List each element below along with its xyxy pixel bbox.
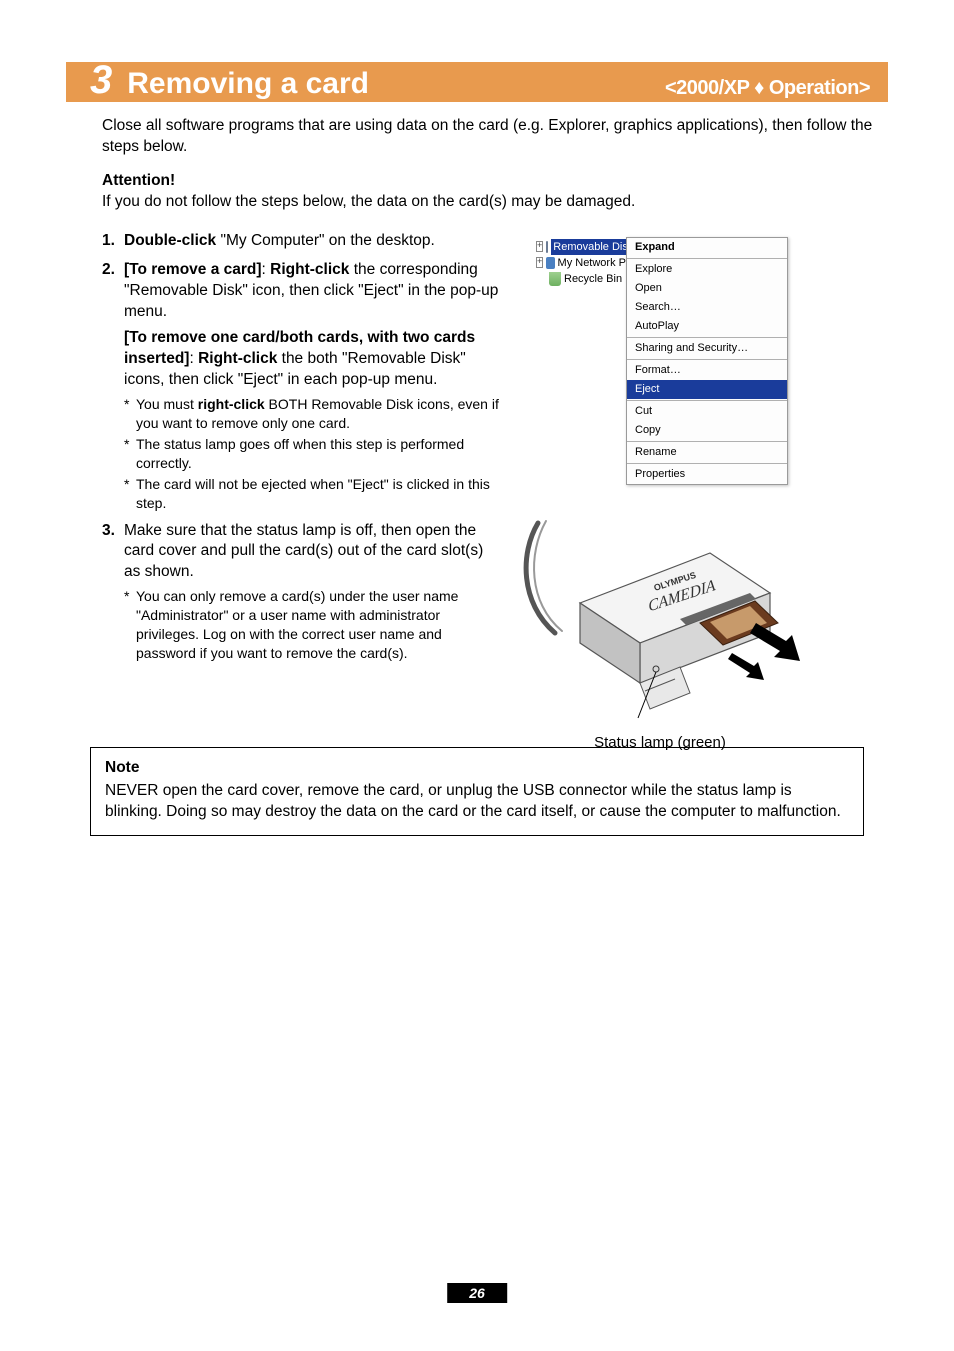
expand-icon: + — [536, 257, 543, 268]
context-menu-item[interactable]: Cut — [627, 402, 787, 421]
step-1-bold: Double-click — [124, 232, 216, 249]
section-banner: 3 Removing a card <2000/XP ♦ Operation> — [66, 62, 888, 102]
step-2-bold-a: [To remove a card] — [124, 261, 262, 278]
step-3: Make sure that the status lamp is off, t… — [102, 521, 502, 663]
instructions-column: Double-click "My Computer" on the deskto… — [102, 231, 502, 723]
step-2-note-3: The card will not be ejected when "Eject… — [124, 475, 502, 513]
menu-separator — [627, 337, 787, 338]
menu-separator — [627, 258, 787, 259]
note-heading: Note — [105, 758, 849, 779]
section-number: 3 — [90, 60, 111, 100]
attention-block: Attention! If you do not follow the step… — [102, 172, 888, 213]
step-2-sub-bold-b: Right-click — [198, 350, 277, 367]
context-menu-item[interactable]: Search… — [627, 298, 787, 317]
attention-heading: Attention! — [102, 172, 175, 189]
context-menu-item[interactable]: Expand — [627, 238, 787, 257]
folder-tree: + Removable Disk (…) + My Network P Recy… — [536, 237, 626, 485]
context-menu-item[interactable]: AutoPlay — [627, 317, 787, 336]
banner-left: 3 Removing a card — [90, 60, 369, 100]
page-number: 26 — [447, 1283, 507, 1303]
figures-column: + Removable Disk (…) + My Network P Recy… — [520, 231, 888, 723]
tree-recycle-label: Recycle Bin — [564, 271, 622, 287]
context-menu: Expand Explore Open Search… AutoPlay Sha… — [626, 237, 788, 485]
step-3-text: Make sure that the status lamp is off, t… — [124, 522, 483, 581]
tree-removable-disk: + Removable Disk (…) — [536, 239, 626, 255]
attention-text: If you do not follow the steps below, th… — [102, 192, 888, 213]
context-menu-item[interactable]: Rename — [627, 443, 787, 462]
step-2-note-1: You must right-click BOTH Removable Disk… — [124, 395, 502, 433]
step-1-text: "My Computer" on the desktop. — [216, 232, 435, 249]
step-2-notes: You must right-click BOTH Removable Disk… — [124, 395, 502, 512]
step-3-note-1: You can only remove a card(s) under the … — [124, 587, 502, 663]
manual-page: 3 Removing a card <2000/XP ♦ Operation> … — [0, 0, 954, 1351]
card-reader-illustration: OLYMPUS CAMEDIA — [500, 513, 820, 723]
tree-recycle-bin: Recycle Bin — [536, 271, 626, 287]
eject-arrow-icon — [728, 653, 764, 680]
menu-separator — [627, 463, 787, 464]
note-text: NEVER open the card cover, remove the ca… — [105, 782, 841, 820]
section-subtitle: <2000/XP ♦ Operation> — [665, 78, 870, 100]
menu-separator — [627, 441, 787, 442]
context-menu-item[interactable]: Open — [627, 279, 787, 298]
context-menu-item[interactable]: Copy — [627, 421, 787, 440]
context-menu-item-eject[interactable]: Eject — [627, 380, 787, 399]
step-3-notes: You can only remove a card(s) under the … — [124, 587, 502, 663]
context-menu-item[interactable]: Explore — [627, 260, 787, 279]
device-caption: Status lamp (green) — [500, 734, 820, 751]
recycle-bin-icon — [549, 272, 561, 286]
network-icon — [546, 257, 554, 269]
context-menu-item[interactable]: Format… — [627, 361, 787, 380]
steps-list: Double-click "My Computer" on the deskto… — [102, 231, 502, 663]
tree-network: + My Network P — [536, 255, 626, 271]
expand-icon: + — [536, 241, 543, 252]
intro-paragraph: Close all software programs that are usi… — [102, 116, 888, 158]
section-title: Removing a card — [127, 69, 369, 99]
context-menu-item[interactable]: Sharing and Security… — [627, 339, 787, 358]
menu-separator — [627, 359, 787, 360]
eject-arrow-icon — [750, 623, 800, 661]
note-box: Note NEVER open the card cover, remove t… — [90, 747, 864, 836]
tree-network-label: My Network P — [558, 255, 626, 271]
device-figure: OLYMPUS CAMEDIA — [500, 513, 820, 723]
content-columns: Double-click "My Computer" on the deskto… — [102, 231, 888, 723]
context-menu-item[interactable]: Properties — [627, 465, 787, 484]
disk-icon — [546, 241, 548, 253]
step-2-bold-b: Right-click — [270, 261, 349, 278]
step-1: Double-click "My Computer" on the deskto… — [102, 231, 502, 252]
step-2-note-2: The status lamp goes off when this step … — [124, 435, 502, 473]
step-2: [To remove a card]: Right-click the corr… — [102, 260, 502, 513]
step-2-sub: [To remove one card/both cards, with two… — [124, 328, 502, 391]
explorer-figure: + Removable Disk (…) + My Network P Recy… — [536, 237, 888, 485]
menu-separator — [627, 400, 787, 401]
